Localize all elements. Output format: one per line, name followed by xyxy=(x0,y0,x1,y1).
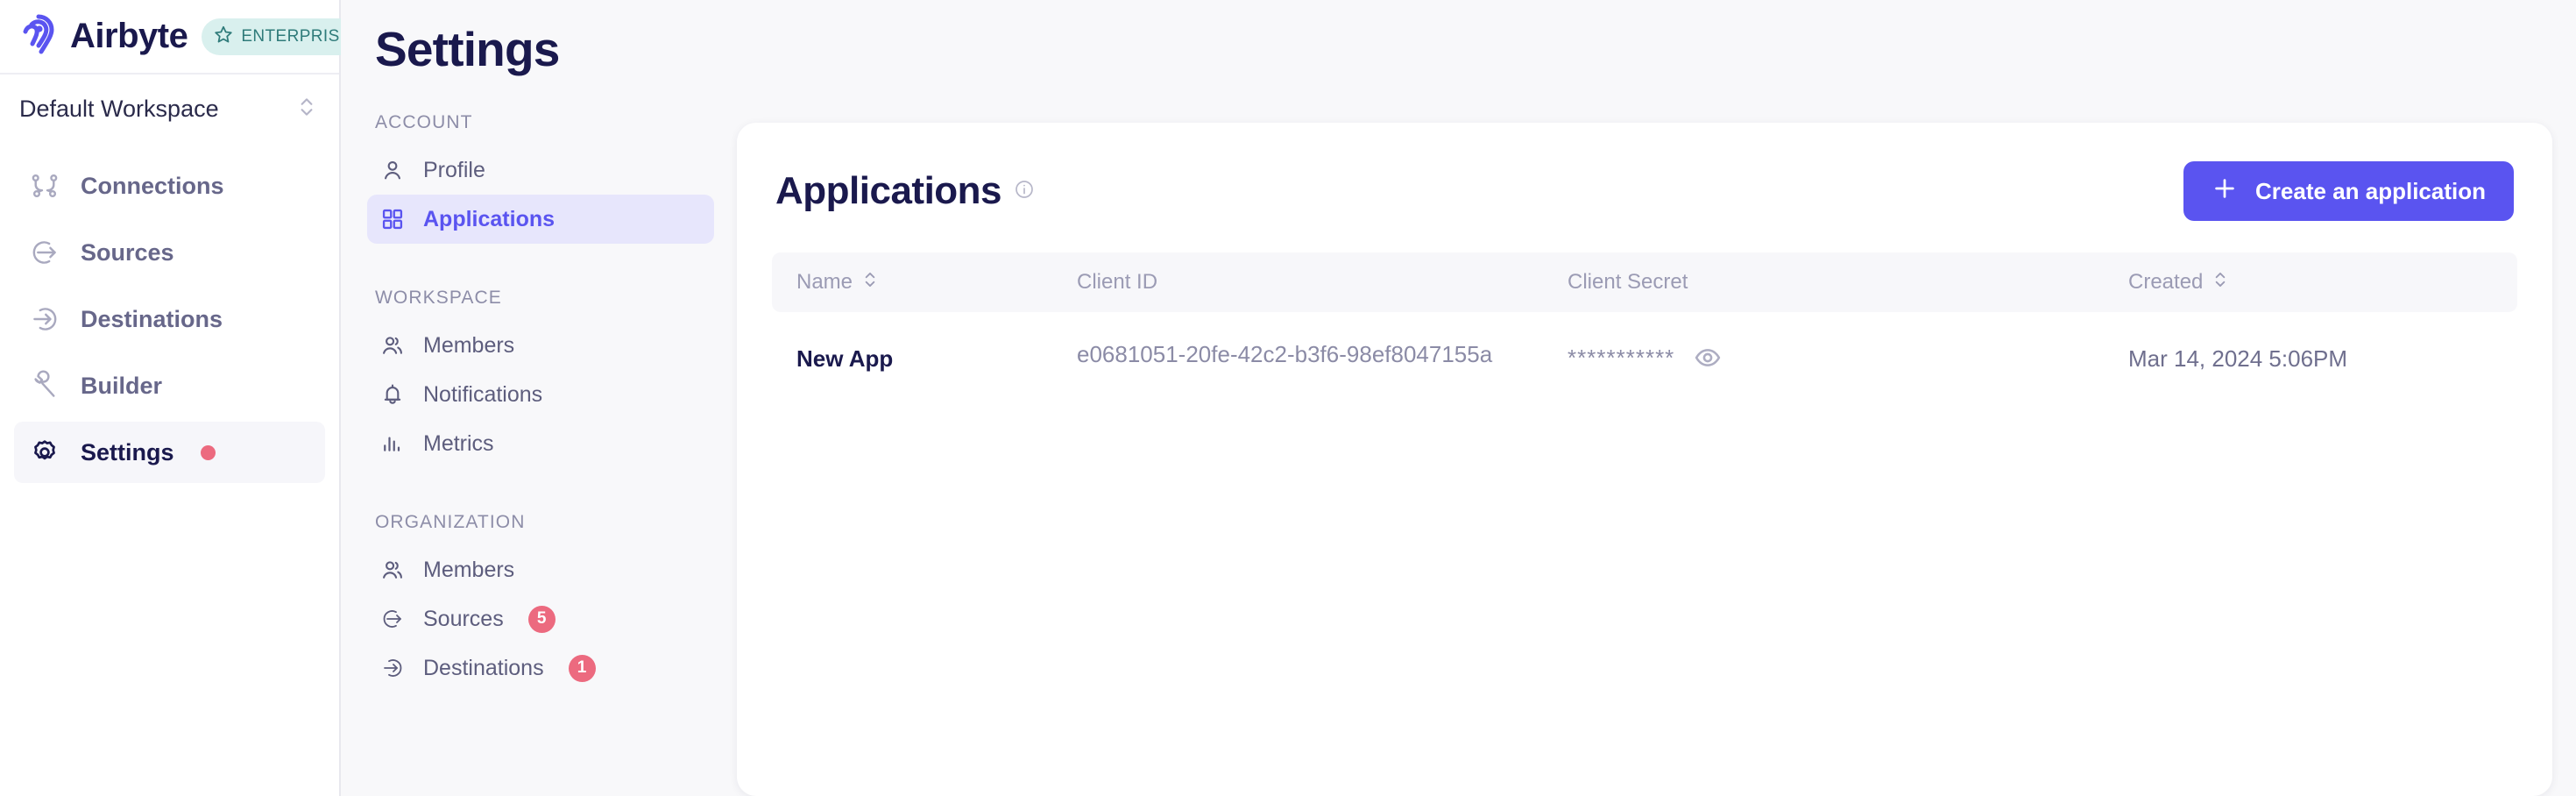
settings-item-label: Notifications xyxy=(423,381,543,407)
applications-table: Name Client ID Client Secret Created New… xyxy=(772,252,2517,399)
column-header-label: Client Secret xyxy=(1568,270,1688,294)
users-icon xyxy=(379,332,406,359)
cell-client-id: e0681051-20fe-42c2-b3f6-98ef8047155a xyxy=(1077,341,1493,367)
column-header-client-id: Client ID xyxy=(1052,252,1543,312)
settings-item-org-sources[interactable]: Sources 5 xyxy=(367,594,714,643)
star-icon xyxy=(214,25,233,49)
source-arrow-icon xyxy=(379,606,406,632)
settings-item-label: Members xyxy=(423,557,515,582)
wrench-icon xyxy=(28,369,61,402)
users-icon xyxy=(379,557,406,583)
column-header-client-secret: Client Secret xyxy=(1543,252,2104,312)
settings-item-notifications[interactable]: Notifications xyxy=(367,370,714,419)
group-label: ORGANIZATION xyxy=(375,512,526,532)
settings-item-label: Profile xyxy=(423,157,485,182)
sidebar-item-sources[interactable]: Sources xyxy=(14,222,325,283)
main-content: Applications Create an application Name … xyxy=(737,0,2576,796)
settings-item-applications[interactable]: Applications xyxy=(367,195,714,244)
sidebar-item-label: Settings xyxy=(81,438,174,466)
settings-item-label: Sources xyxy=(423,606,504,631)
group-label: WORKSPACE xyxy=(375,288,502,308)
column-header-created[interactable]: Created xyxy=(2104,252,2517,312)
brand-bar: Airbyte ENTERPRISE xyxy=(0,0,367,75)
table-header-row: Name Client ID Client Secret Created xyxy=(772,252,2517,312)
applications-title: Applications xyxy=(775,169,1002,212)
settings-item-metrics[interactable]: Metrics xyxy=(367,419,714,468)
info-icon[interactable] xyxy=(1014,179,1035,204)
card-header: Applications Create an application xyxy=(772,161,2517,221)
settings-notification-dot xyxy=(200,444,216,460)
settings-item-profile[interactable]: Profile xyxy=(367,146,714,195)
settings-nav-column: Settings ACCOUNT Profile Applications WO… xyxy=(341,0,737,796)
settings-item-org-destinations[interactable]: Destinations 1 xyxy=(367,643,714,693)
destination-arrow-icon xyxy=(28,302,61,336)
airbyte-logo-icon xyxy=(19,14,58,59)
app-root: Airbyte ENTERPRISE Default Workspace Con… xyxy=(0,0,2576,796)
destinations-count-badge: 1 xyxy=(568,654,596,682)
plus-icon xyxy=(2212,175,2238,208)
destination-arrow-icon xyxy=(379,655,406,681)
sidebar-item-label: Sources xyxy=(81,238,174,266)
settings-item-label: Destinations xyxy=(423,655,544,680)
logo-wrap[interactable]: Airbyte xyxy=(19,14,188,59)
create-application-label: Create an application xyxy=(2255,177,2486,204)
card-title-wrap: Applications xyxy=(775,169,1035,213)
sidebar-item-label: Connections xyxy=(81,172,224,199)
enterprise-badge-label: ENTERPRISE xyxy=(241,26,351,46)
workspace-selector[interactable]: Default Workspace xyxy=(0,75,339,143)
table-row: New App e0681051-20fe-42c2-b3f6-98ef8047… xyxy=(772,312,2517,399)
main-nav: Connections Sources Destinations Builder… xyxy=(0,143,339,483)
group-label: ACCOUNT xyxy=(375,112,473,132)
eye-icon[interactable] xyxy=(1694,344,1722,372)
source-arrow-icon xyxy=(28,236,61,269)
sort-icon xyxy=(862,269,878,296)
cell-created: Mar 14, 2024 5:06PM xyxy=(2128,345,2348,372)
chevron-updown-icon xyxy=(297,94,316,124)
settings-item-label: Metrics xyxy=(423,430,494,456)
create-application-button[interactable]: Create an application xyxy=(2183,161,2514,221)
sidebar-item-label: Destinations xyxy=(81,305,223,332)
settings-item-label: Applications xyxy=(423,206,556,231)
sidebar-item-settings[interactable]: Settings xyxy=(14,422,325,483)
bell-icon xyxy=(379,381,406,408)
sources-count-badge: 5 xyxy=(527,605,556,633)
sort-icon xyxy=(2212,269,2228,296)
sidebar: Airbyte ENTERPRISE Default Workspace Con… xyxy=(0,0,367,796)
settings-item-org-members[interactable]: Members xyxy=(367,545,714,594)
connections-icon xyxy=(28,169,61,203)
sidebar-item-connections[interactable]: Connections xyxy=(14,155,325,217)
table-header: Name Client ID Client Secret Created xyxy=(772,252,2517,312)
cell-client-secret: *********** xyxy=(1543,312,2104,399)
user-icon xyxy=(379,157,406,183)
column-header-label: Name xyxy=(796,270,853,294)
sidebar-item-label: Builder xyxy=(81,372,163,399)
column-header-label: Created xyxy=(2128,270,2204,294)
settings-item-workspace-members[interactable]: Members xyxy=(367,321,714,370)
table-body: New App e0681051-20fe-42c2-b3f6-98ef8047… xyxy=(772,312,2517,399)
sidebar-item-destinations[interactable]: Destinations xyxy=(14,288,325,350)
cell-application-name: New App xyxy=(796,345,894,372)
client-secret-masked: *********** xyxy=(1568,344,1675,371)
settings-group-workspace: WORKSPACE Members Notifications Metrics xyxy=(341,288,737,468)
grid-icon xyxy=(379,206,406,232)
applications-card: Applications Create an application Name … xyxy=(737,123,2552,796)
workspace-name: Default Workspace xyxy=(19,95,219,122)
settings-group-account: ACCOUNT Profile Applications xyxy=(341,112,737,244)
sidebar-item-builder[interactable]: Builder xyxy=(14,355,325,416)
brand-wordmark: Airbyte xyxy=(70,17,188,55)
gear-icon xyxy=(28,436,61,469)
page-title: Settings xyxy=(375,22,560,76)
column-header-label: Client ID xyxy=(1077,270,1158,294)
settings-group-organization: ORGANIZATION Members Sources 5 Destinati… xyxy=(341,512,737,693)
column-header-name[interactable]: Name xyxy=(772,252,1052,312)
bar-chart-icon xyxy=(379,430,406,457)
settings-item-label: Members xyxy=(423,332,515,358)
